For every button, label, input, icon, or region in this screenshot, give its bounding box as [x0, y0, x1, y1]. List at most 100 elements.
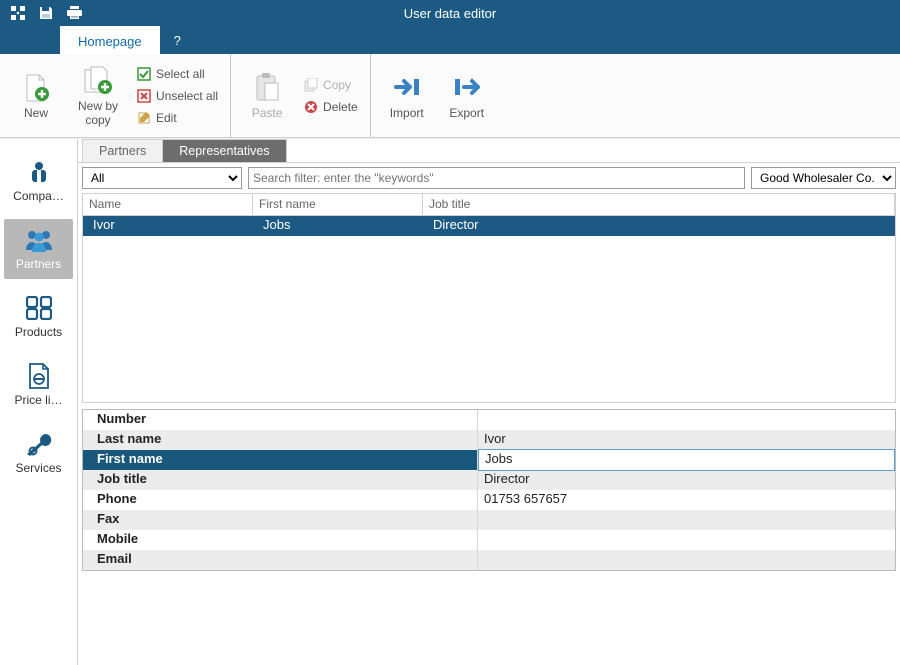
subtab-partners[interactable]: Partners	[82, 139, 163, 162]
price-lists-icon	[23, 361, 55, 391]
paste-button[interactable]: Paste	[241, 59, 293, 133]
import-icon	[390, 71, 424, 105]
ribbon: New New by copy Select all	[0, 54, 900, 138]
sidenav-price-lists[interactable]: Price li…	[4, 355, 73, 415]
copy-label: Copy	[323, 78, 351, 92]
subtabs: Partners Representatives	[78, 139, 900, 163]
property-label: Email	[83, 550, 478, 570]
property-sheet: NumberLast nameIvorFirst nameJobsJob tit…	[82, 409, 896, 571]
copy-icon	[303, 77, 319, 93]
property-label: First name	[83, 450, 478, 470]
new-by-copy-button[interactable]: New by copy	[70, 59, 126, 133]
property-row[interactable]: Mobile	[83, 530, 895, 550]
import-label: Import	[390, 107, 424, 120]
services-icon	[23, 429, 55, 459]
property-row[interactable]: Email	[83, 550, 895, 570]
col-first-name[interactable]: First name	[253, 194, 423, 215]
new-label: New	[24, 107, 48, 120]
property-row[interactable]: Number	[83, 410, 895, 430]
ribbon-group-create: New New by copy Select all	[0, 54, 231, 137]
property-value[interactable]: Jobs	[478, 449, 895, 471]
col-job-title[interactable]: Job title	[423, 194, 895, 215]
sidenav: Compa… Partners Products Price li… Servi…	[0, 139, 78, 665]
tab-help[interactable]: ?	[160, 26, 195, 54]
filter-scope-select[interactable]: All	[82, 167, 242, 189]
export-icon	[450, 71, 484, 105]
paste-label: Paste	[252, 107, 283, 120]
property-value[interactable]	[478, 550, 895, 570]
property-value[interactable]	[478, 530, 895, 550]
products-icon	[23, 293, 55, 323]
ribbon-group-clipboard: Paste Copy Delete	[231, 54, 371, 137]
cell-first-name: Jobs	[253, 216, 423, 236]
partners-icon	[23, 225, 55, 255]
ribbon-copy-list: Copy Delete	[301, 76, 360, 116]
export-button[interactable]: Export	[441, 59, 493, 133]
grid-header: Name First name Job title	[83, 194, 895, 216]
edit-label: Edit	[156, 111, 177, 125]
sidenav-services[interactable]: Services	[4, 423, 73, 483]
delete-button[interactable]: Delete	[301, 98, 360, 116]
property-label: Mobile	[83, 530, 478, 550]
property-value[interactable]: Director	[478, 470, 895, 490]
property-label: Number	[83, 410, 478, 430]
titlebar: User data editor	[0, 0, 900, 26]
new-document-icon	[19, 71, 53, 105]
new-copy-icon	[81, 64, 115, 98]
property-label: Phone	[83, 490, 478, 510]
body: Compa… Partners Products Price li… Servi…	[0, 138, 900, 665]
unselect-all-icon	[136, 88, 152, 104]
import-button[interactable]: Import	[381, 59, 433, 133]
ribbon-tabstrip: Homepage ?	[0, 26, 900, 54]
file-tab-placeholder[interactable]	[0, 26, 60, 54]
property-row[interactable]: Job titleDirector	[83, 470, 895, 490]
tab-homepage[interactable]: Homepage	[60, 26, 160, 54]
delete-icon	[303, 99, 319, 115]
property-value[interactable]	[478, 510, 895, 530]
unselect-all-label: Unselect all	[156, 89, 218, 103]
sidenav-partners[interactable]: Partners	[4, 219, 73, 279]
export-label: Export	[449, 107, 484, 120]
edit-button[interactable]: Edit	[134, 109, 220, 127]
table-row[interactable]: IvorJobsDirector	[83, 216, 895, 236]
data-grid[interactable]: Name First name Job title IvorJobsDirect…	[82, 193, 896, 403]
subtab-representatives[interactable]: Representatives	[162, 139, 286, 162]
company-icon	[23, 157, 55, 187]
property-label: Job title	[83, 470, 478, 490]
sidenav-products[interactable]: Products	[4, 287, 73, 347]
property-value[interactable]	[478, 410, 895, 430]
cell-job-title: Director	[423, 216, 895, 236]
main-panel: Partners Representatives All Good Wholes…	[78, 139, 900, 665]
delete-label: Delete	[323, 100, 358, 114]
property-value[interactable]: 01753 657657	[478, 490, 895, 510]
property-row[interactable]: Last nameIvor	[83, 430, 895, 450]
print-icon[interactable]	[66, 5, 82, 21]
window-title: User data editor	[404, 6, 497, 21]
col-name[interactable]: Name	[83, 194, 253, 215]
property-value[interactable]: Ivor	[478, 430, 895, 450]
cell-name: Ivor	[83, 216, 253, 236]
select-all-icon	[136, 66, 152, 82]
partners-label: Partners	[16, 257, 61, 271]
copy-button[interactable]: Copy	[301, 76, 360, 94]
search-input[interactable]	[248, 167, 745, 189]
property-row[interactable]: Fax	[83, 510, 895, 530]
company-select[interactable]: Good Wholesaler Co., T…	[751, 167, 896, 189]
edit-icon	[136, 110, 152, 126]
property-row[interactable]: Phone01753 657657	[83, 490, 895, 510]
products-label: Products	[15, 325, 62, 339]
app-icon[interactable]	[10, 5, 26, 21]
select-all-button[interactable]: Select all	[134, 65, 220, 83]
services-label: Services	[15, 461, 61, 475]
new-by-copy-label-2: copy	[85, 114, 110, 127]
companies-label: Compa…	[13, 189, 64, 203]
select-all-label: Select all	[156, 67, 205, 81]
unselect-all-button[interactable]: Unselect all	[134, 87, 220, 105]
new-button[interactable]: New	[10, 59, 62, 133]
price-lists-label: Price li…	[14, 393, 62, 407]
property-row[interactable]: First nameJobs	[83, 450, 895, 470]
filter-bar: All Good Wholesaler Co., T…	[78, 163, 900, 193]
sidenav-companies[interactable]: Compa…	[4, 151, 73, 211]
ribbon-select-list: Select all Unselect all Edit	[134, 65, 220, 127]
save-icon[interactable]	[38, 5, 54, 21]
